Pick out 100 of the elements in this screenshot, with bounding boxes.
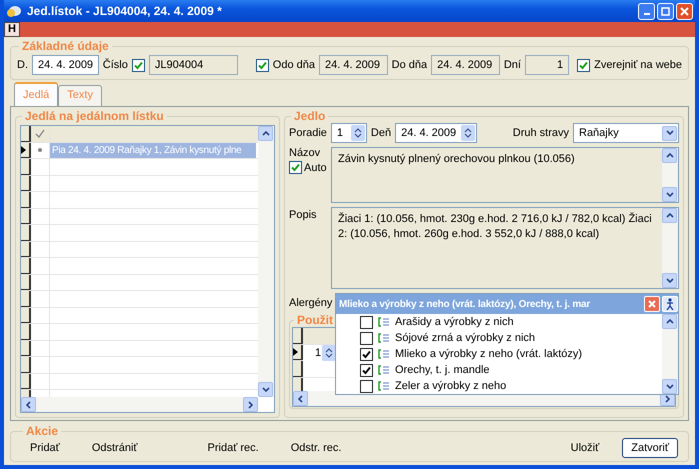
day-label: Deň — [370, 127, 392, 139]
meal-type-label: Druh stravy — [512, 127, 569, 139]
scroll-up-button[interactable] — [662, 314, 677, 329]
date-field[interactable]: 24. 4. 2009 — [32, 55, 99, 75]
number-label: Číslo — [102, 59, 128, 71]
allergen-option[interactable]: Mlieko a výrobky z neho (vrát. laktózy) — [395, 348, 582, 360]
row-header[interactable] — [21, 126, 31, 142]
order-label: Poradie — [289, 127, 327, 139]
allergen-option[interactable]: Zeler a výrobky z neho — [395, 380, 506, 392]
allergens-label: Alergény — [289, 297, 332, 309]
scroll-down-button[interactable] — [662, 273, 677, 288]
meal-type-dropdown[interactable]: Raňajky — [573, 123, 679, 143]
row-header[interactable] — [293, 361, 303, 376]
person-icon — [665, 298, 675, 310]
toolbar-button[interactable]: H — [4, 22, 20, 37]
close-icon — [648, 300, 656, 308]
close-icon — [680, 6, 689, 16]
order-field[interactable]: 1 — [330, 123, 367, 143]
date-label: D. — [17, 59, 28, 71]
checkbox[interactable] — [577, 58, 590, 72]
list-icon — [378, 333, 390, 343]
publish-label: Zverejniť na webe — [594, 59, 682, 71]
action-button[interactable]: Odstrániť — [82, 438, 147, 458]
close-button[interactable] — [676, 2, 693, 20]
list-icon — [378, 365, 390, 375]
row-header[interactable] — [21, 340, 31, 356]
scroll-left-button[interactable] — [293, 391, 308, 406]
row-header[interactable] — [293, 328, 303, 344]
minimize-button[interactable] — [638, 2, 655, 20]
auto-label: Auto — [304, 162, 327, 174]
row-header[interactable] — [293, 344, 303, 360]
allergen-option[interactable]: Arašidy a výrobky z nich — [395, 316, 514, 328]
from-label: Odo dňa — [272, 59, 315, 71]
row-pointer-icon — [21, 146, 26, 154]
checkbox[interactable] — [132, 58, 145, 72]
row-header[interactable] — [21, 258, 31, 274]
scroll-down-button[interactable] — [662, 187, 677, 202]
scroll-left-button[interactable] — [21, 397, 36, 412]
action-button[interactable]: Uložiť — [562, 438, 608, 458]
list-icon — [378, 349, 390, 359]
row-pointer-icon — [293, 348, 298, 356]
number-field[interactable]: JL904004 — [148, 55, 238, 75]
row-header[interactable] — [21, 208, 31, 224]
checkbox[interactable] — [360, 348, 373, 360]
group-title: Jedlo — [293, 109, 326, 123]
row-header[interactable] — [21, 159, 31, 174]
checkbox[interactable] — [360, 364, 373, 376]
checkbox[interactable] — [289, 161, 302, 174]
checkbox[interactable] — [256, 58, 269, 72]
checkbox[interactable] — [360, 380, 373, 392]
action-button[interactable]: Pridať — [21, 438, 69, 458]
scroll-up-button[interactable] — [258, 126, 273, 141]
row-header[interactable] — [21, 291, 31, 306]
maximize-icon — [661, 6, 670, 16]
window-title: Jed.lístok - JL904004, 24. 4. 2009 * — [27, 4, 223, 18]
group-title: Akcie — [25, 424, 60, 438]
days-label: Dní — [504, 59, 521, 71]
row-header[interactable] — [21, 357, 31, 372]
to-label: Do dňa — [392, 59, 428, 71]
row-header[interactable] — [21, 192, 31, 208]
checkbox[interactable] — [360, 332, 373, 344]
day-field[interactable]: 24. 4. 2009 — [395, 123, 478, 143]
dot-icon — [38, 148, 42, 152]
scroll-up-button[interactable] — [662, 208, 677, 223]
days-field[interactable]: 1 — [524, 55, 570, 75]
group-title: Použit — [296, 313, 334, 327]
maximize-button[interactable] — [657, 2, 674, 20]
row-header[interactable] — [293, 378, 303, 391]
list-icon — [378, 317, 390, 327]
name-label: Názov — [289, 147, 322, 159]
action-button[interactable]: Pridať rec. — [198, 438, 268, 458]
action-button[interactable]: Zatvoriť — [622, 438, 678, 458]
name-text-area[interactable]: Závin kysnutý plnený orechovou plnkou (10.056) — [331, 147, 679, 203]
spinner-icon[interactable] — [461, 125, 476, 141]
allergens-dropdown[interactable]: Mlieko a výrobky z neho (vrát. laktózy), Orechy, t. j. mar Arašidy a výrobky z nich Sójové zrná a výrobky z nich Mlieko a výrobky z neho (vrát. laktózy) Orechy, t. j. mandle Zeler a výrobky z neho — [335, 293, 679, 395]
person-button[interactable] — [662, 296, 678, 312]
from-date-field[interactable]: 24. 4. 2009 — [318, 55, 388, 75]
description-text-area[interactable]: Žiaci 1: (10.056, hmot. 230g e.hod. 2 716,0 kJ / 782,0 kcal) Žiaci 2: (10.056, hmot. 260g e.hod. 3 552,0 kJ / 888,0 kcal) — [331, 207, 679, 289]
action-button[interactable]: Odstr. rec. — [282, 438, 350, 458]
to-date-field[interactable]: 24. 4. 2009 — [431, 55, 500, 75]
allergens-value: Mlieko a výrobky z neho (vrát. laktózy), Orechy, t. j. mar — [339, 298, 592, 310]
spinner-icon[interactable] — [350, 125, 365, 141]
row-header[interactable] — [21, 142, 31, 158]
row-header[interactable] — [21, 374, 31, 389]
scroll-down-button[interactable] — [258, 382, 273, 397]
group-title: Jedlá na jedálnom lístku — [24, 109, 165, 123]
group-title: Základné údaje — [21, 39, 110, 53]
scroll-right-button[interactable] — [243, 397, 258, 412]
row-header[interactable] — [21, 308, 31, 323]
row-header[interactable] — [21, 225, 31, 240]
row-header[interactable] — [21, 324, 31, 340]
allergen-option[interactable]: Sójové zrná a výrobky z nich — [395, 332, 536, 344]
row-header[interactable] — [21, 242, 31, 257]
allergen-option[interactable]: Orechy, t. j. mandle — [395, 364, 490, 376]
scroll-down-button[interactable] — [662, 379, 677, 394]
checkbox[interactable] — [360, 316, 373, 328]
row-header[interactable] — [21, 274, 31, 290]
check-icon — [35, 129, 45, 138]
row-header[interactable] — [21, 176, 31, 191]
scroll-up-button[interactable] — [662, 148, 677, 163]
